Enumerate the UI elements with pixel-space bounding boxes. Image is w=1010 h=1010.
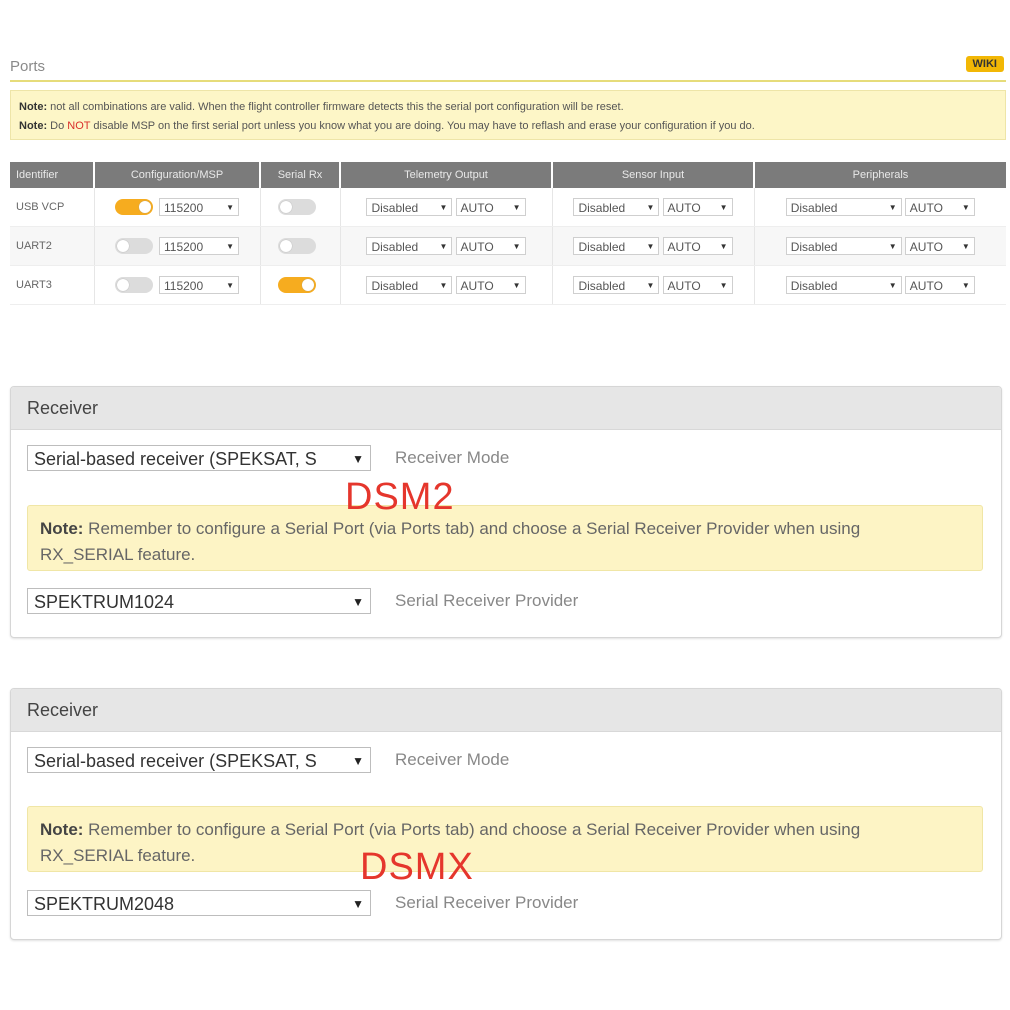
telemetry-select[interactable]: Disabled ▼ bbox=[366, 237, 453, 255]
serial-rx-toggle[interactable] bbox=[278, 199, 316, 215]
ports-table-header: Identifier Configuration/MSP Serial Rx T… bbox=[10, 162, 1006, 188]
receiver-title: Receiver bbox=[11, 689, 1001, 732]
ports-header: Ports WIKI bbox=[10, 52, 1006, 82]
serial-provider-label: Serial Receiver Provider bbox=[395, 893, 579, 912]
table-row: UART3 115200 ▼ Disabled ▼ AUTO ▼ Disabled ▼ … bbox=[10, 265, 1006, 305]
dropdown-arrow-icon: ▼ bbox=[646, 281, 655, 290]
dropdown-arrow-icon: ▼ bbox=[226, 242, 234, 251]
wiki-button[interactable]: WIKI bbox=[965, 56, 1004, 72]
receiver-mode-select[interactable]: Serial-based receiver (SPEKSAT, S ▼ bbox=[27, 747, 371, 773]
dropdown-arrow-icon: ▼ bbox=[888, 242, 897, 251]
ports-note: Note: not all combinations are valid. Wh… bbox=[10, 90, 1006, 140]
table-row: UART2 115200 ▼ Disabled ▼ AUTO ▼ Disabled ▼ … bbox=[10, 226, 1006, 266]
sensor-baud-select[interactable]: AUTO ▼ bbox=[662, 198, 733, 216]
dsm2-tag: DSM2 bbox=[345, 476, 455, 518]
dropdown-arrow-icon: ▼ bbox=[719, 242, 728, 251]
receiver-mode-select[interactable]: Serial-based receiver (SPEKSAT, S ▼ bbox=[27, 445, 371, 471]
serial-provider-select[interactable]: SPEKTRUM2048 ▼ bbox=[27, 890, 371, 916]
telemetry-select[interactable]: Disabled ▼ bbox=[366, 198, 453, 216]
not-emphasis: NOT bbox=[67, 120, 91, 132]
dropdown-arrow-icon: ▼ bbox=[512, 281, 521, 290]
table-row: USB VCP 115200 ▼ Disabled ▼ AUTO ▼ Disabled… bbox=[10, 188, 1006, 227]
receiver-panel-dsm2: Receiver Serial-based receiver (SPEKSAT,… bbox=[10, 386, 1002, 638]
dropdown-arrow-icon: ▼ bbox=[226, 281, 234, 290]
receiver-title: Receiver bbox=[11, 387, 1001, 430]
msp-baud-select[interactable]: 115200 ▼ bbox=[159, 237, 239, 255]
sensor-select[interactable]: Disabled ▼ bbox=[573, 276, 660, 294]
ports-note-line-2: Note: Do NOT disable MSP on the first se… bbox=[19, 120, 755, 132]
dropdown-arrow-icon: ▼ bbox=[349, 748, 364, 772]
dropdown-arrow-icon: ▼ bbox=[439, 242, 448, 251]
dropdown-arrow-icon: ▼ bbox=[226, 203, 234, 212]
sensor-select[interactable]: Disabled ▼ bbox=[573, 237, 660, 255]
receiver-mode-label: Receiver Mode bbox=[395, 750, 510, 769]
telemetry-select[interactable]: Disabled ▼ bbox=[366, 276, 453, 294]
receiver-mode-label: Receiver Mode bbox=[395, 448, 510, 467]
sensor-baud-select[interactable]: AUTO ▼ bbox=[662, 237, 733, 255]
msp-baud-select[interactable]: 115200 ▼ bbox=[159, 276, 239, 294]
port-identifier: USB VCP bbox=[10, 188, 95, 227]
dropdown-arrow-icon: ▼ bbox=[512, 242, 521, 251]
serial-rx-toggle[interactable] bbox=[278, 238, 316, 254]
peripherals-select[interactable]: Disabled ▼ bbox=[785, 276, 902, 294]
telemetry-baud-select[interactable]: AUTO ▼ bbox=[455, 237, 526, 255]
telemetry-baud-select[interactable]: AUTO ▼ bbox=[455, 276, 526, 294]
telemetry-baud-select[interactable]: AUTO ▼ bbox=[455, 198, 526, 216]
port-identifier: UART3 bbox=[10, 265, 95, 305]
receiver-panel-dsmx: Receiver Serial-based receiver (SPEKSAT,… bbox=[10, 688, 1002, 940]
dropdown-arrow-icon: ▼ bbox=[349, 589, 364, 613]
receiver-note: Note: Remember to configure a Serial Por… bbox=[27, 505, 983, 571]
receiver-note: Note: Remember to configure a Serial Por… bbox=[27, 806, 983, 872]
serial-rx-toggle[interactable] bbox=[278, 277, 316, 293]
col-serial-rx: Serial Rx bbox=[260, 162, 341, 188]
dropdown-arrow-icon: ▼ bbox=[349, 891, 364, 915]
dropdown-arrow-icon: ▼ bbox=[961, 242, 970, 251]
dropdown-arrow-icon: ▼ bbox=[961, 281, 970, 290]
col-peripherals: Peripherals bbox=[754, 162, 1006, 188]
ports-title: Ports bbox=[10, 58, 46, 75]
dropdown-arrow-icon: ▼ bbox=[349, 446, 364, 470]
peripherals-baud-select[interactable]: AUTO ▼ bbox=[904, 276, 975, 294]
dropdown-arrow-icon: ▼ bbox=[719, 281, 728, 290]
dropdown-arrow-icon: ▼ bbox=[719, 203, 728, 212]
msp-toggle[interactable] bbox=[115, 199, 153, 215]
msp-baud-select[interactable]: 115200 ▼ bbox=[159, 198, 239, 216]
ports-note-line-1: Note: not all combinations are valid. Wh… bbox=[19, 101, 624, 113]
col-identifier: Identifier bbox=[10, 162, 95, 188]
dropdown-arrow-icon: ▼ bbox=[646, 203, 655, 212]
dropdown-arrow-icon: ▼ bbox=[888, 203, 897, 212]
dropdown-arrow-icon: ▼ bbox=[512, 203, 521, 212]
dropdown-arrow-icon: ▼ bbox=[646, 242, 655, 251]
sensor-baud-select[interactable]: AUTO ▼ bbox=[662, 276, 733, 294]
port-identifier: UART2 bbox=[10, 226, 95, 266]
peripherals-baud-select[interactable]: AUTO ▼ bbox=[904, 237, 975, 255]
peripherals-select[interactable]: Disabled ▼ bbox=[785, 198, 902, 216]
msp-toggle[interactable] bbox=[115, 277, 153, 293]
serial-provider-label: Serial Receiver Provider bbox=[395, 591, 579, 610]
col-configuration-msp: Configuration/MSP bbox=[94, 162, 261, 188]
dropdown-arrow-icon: ▼ bbox=[439, 203, 448, 212]
dropdown-arrow-icon: ▼ bbox=[439, 281, 448, 290]
msp-toggle[interactable] bbox=[115, 238, 153, 254]
dropdown-arrow-icon: ▼ bbox=[961, 203, 970, 212]
sensor-select[interactable]: Disabled ▼ bbox=[573, 198, 660, 216]
serial-provider-select[interactable]: SPEKTRUM1024 ▼ bbox=[27, 588, 371, 614]
peripherals-select[interactable]: Disabled ▼ bbox=[785, 237, 902, 255]
dropdown-arrow-icon: ▼ bbox=[888, 281, 897, 290]
col-sensor-input: Sensor Input bbox=[552, 162, 755, 188]
col-telemetry-output: Telemetry Output bbox=[340, 162, 553, 188]
peripherals-baud-select[interactable]: AUTO ▼ bbox=[904, 198, 975, 216]
dsmx-tag: DSMX bbox=[360, 846, 474, 888]
ports-table: Identifier Configuration/MSP Serial Rx T… bbox=[10, 162, 1006, 305]
